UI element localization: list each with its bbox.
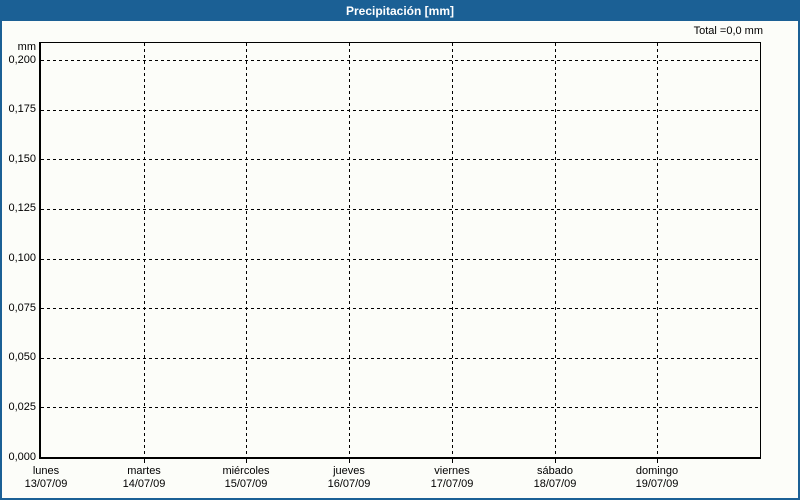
day-name: sábado xyxy=(536,465,574,477)
horizontal-gridline xyxy=(41,407,760,408)
y-tick-label: 0,175 xyxy=(8,103,36,115)
horizontal-gridline xyxy=(41,159,760,160)
x-axis-tick xyxy=(144,459,145,463)
horizontal-gridline xyxy=(41,60,760,61)
horizontal-gridline xyxy=(41,110,760,111)
horizontal-gridline xyxy=(41,209,760,210)
vertical-gridline xyxy=(246,43,247,457)
y-tick-label: 0,025 xyxy=(8,401,36,413)
x-axis-tick xyxy=(555,459,556,463)
x-axis-day-label: sábado 18/07/09 xyxy=(510,465,600,491)
chart-window: Precipitación [mm] Total =0,0 mm mm 0,20… xyxy=(0,0,800,500)
day-date: 19/07/09 xyxy=(635,478,679,490)
day-name: miércoles xyxy=(222,465,270,477)
day-date: 14/07/09 xyxy=(122,478,166,490)
day-name: lunes xyxy=(32,465,60,477)
chart-title: Precipitación [mm] xyxy=(345,4,455,18)
day-date: 17/07/09 xyxy=(430,478,474,490)
x-axis-tick xyxy=(246,459,247,463)
y-tick-label: 0,075 xyxy=(8,302,36,314)
x-axis-tick xyxy=(349,459,350,463)
day-date: 15/07/09 xyxy=(224,478,268,490)
x-axis-day-label: domingo 19/07/09 xyxy=(612,465,702,491)
y-tick-label: 0,125 xyxy=(8,202,36,214)
x-axis-tick xyxy=(452,459,453,463)
day-date: 16/07/09 xyxy=(327,478,371,490)
horizontal-gridline xyxy=(41,259,760,260)
total-label: Total =0,0 mm xyxy=(693,25,763,37)
y-tick-label: 0,200 xyxy=(8,54,36,66)
x-axis: lunes 13/07/09 martes 14/07/09 miércoles 15/0… xyxy=(25,463,761,495)
x-axis-day-label: jueves 16/07/09 xyxy=(304,465,394,491)
x-axis-tick xyxy=(657,459,658,463)
day-date: 13/07/09 xyxy=(24,478,68,490)
day-name: viernes xyxy=(434,465,470,477)
y-tick-label: 0,150 xyxy=(8,153,36,165)
vertical-gridline xyxy=(452,43,453,457)
plot-area xyxy=(39,42,761,459)
day-date: 18/07/09 xyxy=(533,478,577,490)
day-name: martes xyxy=(127,465,161,477)
horizontal-gridline xyxy=(41,358,760,359)
horizontal-gridline xyxy=(41,308,760,309)
vertical-gridline xyxy=(555,43,556,457)
x-axis-day-label: lunes 13/07/09 xyxy=(2,465,91,491)
vertical-gridline xyxy=(657,43,658,457)
x-axis-day-label: viernes 17/07/09 xyxy=(407,465,497,491)
day-name: jueves xyxy=(333,465,365,477)
y-axis: 0,200 0,175 0,150 0,125 0,100 0,075 0,050 0,025… xyxy=(2,42,36,463)
x-axis-day-label: miércoles 15/07/09 xyxy=(201,465,291,491)
y-tick-label: 0,050 xyxy=(8,351,36,363)
day-name: domingo xyxy=(635,465,679,477)
x-axis-day-label: martes 14/07/09 xyxy=(99,465,189,491)
y-tick-label: 0,100 xyxy=(8,252,36,264)
vertical-gridline xyxy=(349,43,350,457)
title-bar: Precipitación [mm] xyxy=(2,2,798,21)
y-tick-label: 0,000 xyxy=(8,451,36,463)
vertical-gridline xyxy=(144,43,145,457)
